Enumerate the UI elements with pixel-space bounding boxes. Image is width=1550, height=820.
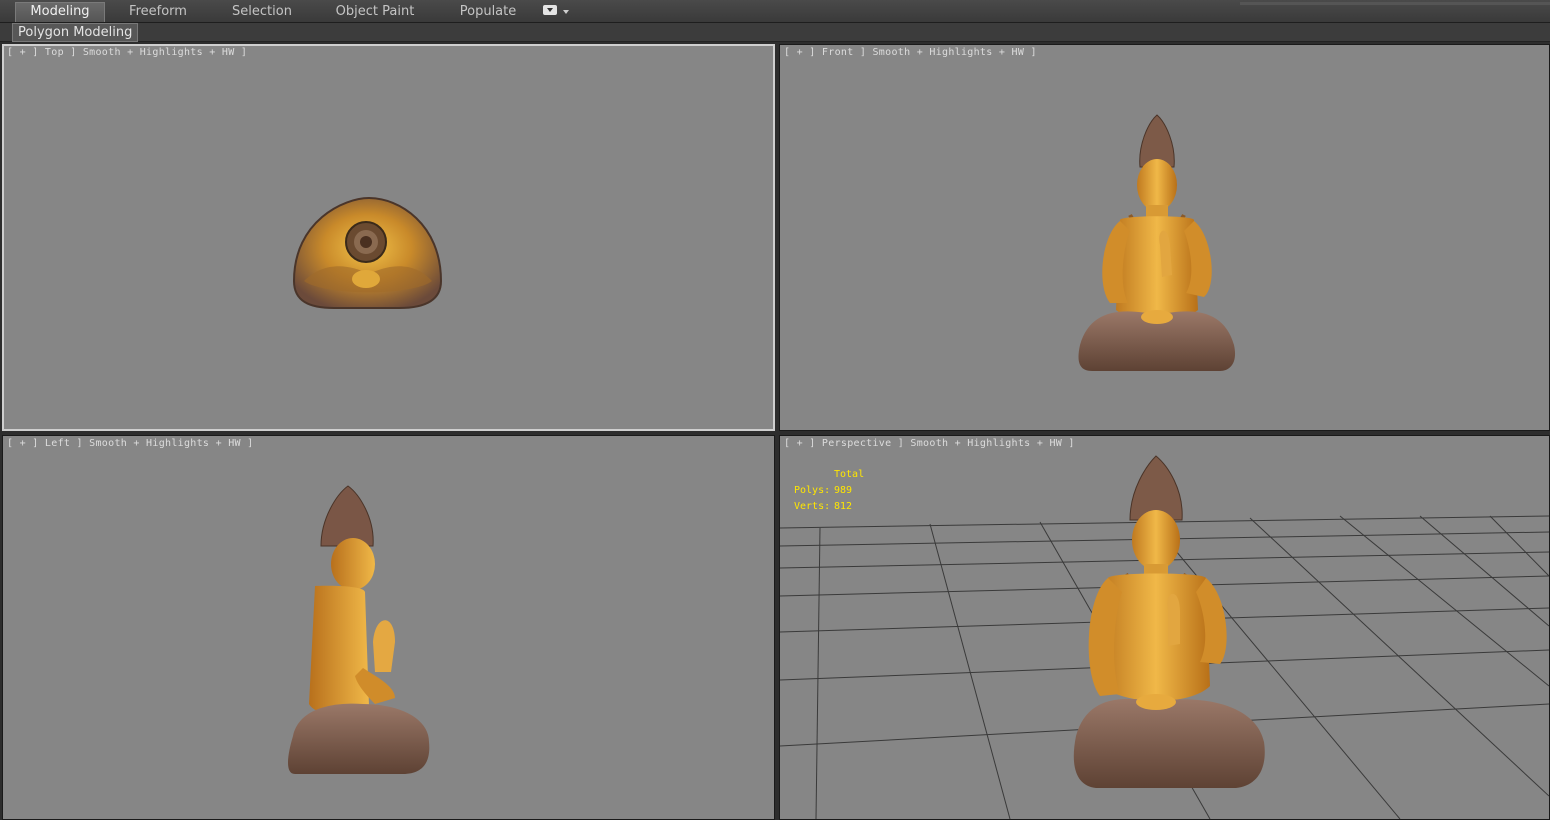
ribbon-panel-bar: Polygon Modeling [0,23,1550,42]
ribbon-divider [1240,2,1550,5]
viewport-left[interactable]: [ + ] Left ] Smooth + Highlights + HW ] [2,435,775,820]
tab-modeling[interactable]: Modeling [15,2,105,22]
tab-object-paint[interactable]: Object Paint [330,3,420,21]
perspective-scene [780,455,1549,819]
viewport-perspective[interactable]: [ + ] Perspective ] Smooth + Highlights … [779,435,1550,820]
ribbon-tabs: Modeling Freeform Selection Object Paint… [0,0,1550,23]
statue-front-view [1078,114,1236,371]
chevron-down-icon[interactable] [563,10,569,14]
viewport-top[interactable]: [ + ] Top ] Smooth + Highlights + HW ] [2,44,775,431]
tab-freeform[interactable]: Freeform [116,3,200,21]
tab-populate[interactable]: Populate [450,3,526,21]
ribbon-options-icon[interactable] [543,5,557,15]
statue-top-view [292,196,443,309]
tab-selection[interactable]: Selection [222,3,302,21]
statue-left-view [288,485,430,774]
panel-polygon-modeling[interactable]: Polygon Modeling [12,23,139,42]
viewport-front[interactable]: [ + ] Front ] Smooth + Highlights + HW ] [779,44,1550,431]
